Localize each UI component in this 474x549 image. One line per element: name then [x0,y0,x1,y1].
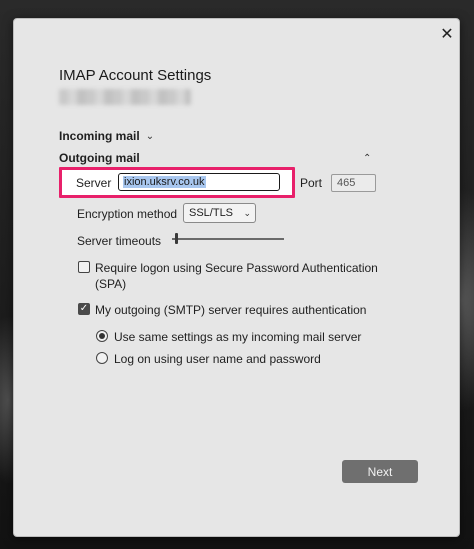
spa-checkbox[interactable] [78,261,90,273]
smtp-auth-checkbox[interactable]: ✓ [78,303,90,315]
radio-same-settings[interactable] [96,330,108,342]
spa-label-continued: (SPA) [95,277,127,291]
next-button-label: Next [367,464,393,479]
imap-settings-dialog: ✕ IMAP Account Settings Incoming mail ⌄ … [13,18,460,537]
server-timeouts-slider-thumb[interactable] [175,233,179,244]
port-input[interactable]: 465 [331,174,376,192]
chevron-up-icon[interactable]: ⌃ [363,153,371,164]
incoming-mail-toggle[interactable]: Incoming mail ⌄ [59,129,154,143]
close-icon: ✕ [440,26,454,43]
outgoing-mail-header[interactable]: Outgoing mail [59,151,140,165]
server-timeouts-slider[interactable] [172,238,284,240]
dialog-title: IMAP Account Settings [59,67,212,84]
chevron-down-icon: ⌄ [243,207,251,218]
server-label: Server [76,176,112,190]
next-button[interactable]: Next [342,460,418,483]
spa-label: Require logon using Secure Password Auth… [95,261,378,275]
incoming-mail-label: Incoming mail [59,129,140,143]
outgoing-mail-label: Outgoing mail [59,151,140,165]
encryption-select-value: SSL/TLS [189,207,234,219]
port-label: Port [300,176,323,190]
radio-logon-credentials-label: Log on using user name and password [114,352,321,366]
checkmark-icon: ✓ [79,303,89,314]
radio-same-settings-label: Use same settings as my incoming mail se… [114,330,362,344]
port-input-value: 465 [337,177,356,189]
encryption-label: Encryption method [77,207,178,221]
radio-logon-credentials[interactable] [96,352,108,364]
redacted-email [59,89,191,105]
server-input[interactable]: ixion.uksrv.co.uk [118,173,280,191]
server-timeouts-label: Server timeouts [77,234,162,248]
close-button[interactable]: ✕ [438,25,456,43]
server-input-value: ixion.uksrv.co.uk [123,176,206,188]
smtp-auth-label: My outgoing (SMTP) server requires authe… [95,303,367,317]
encryption-select[interactable]: SSL/TLS ⌄ [183,203,256,223]
chevron-down-icon: ⌄ [145,130,155,142]
